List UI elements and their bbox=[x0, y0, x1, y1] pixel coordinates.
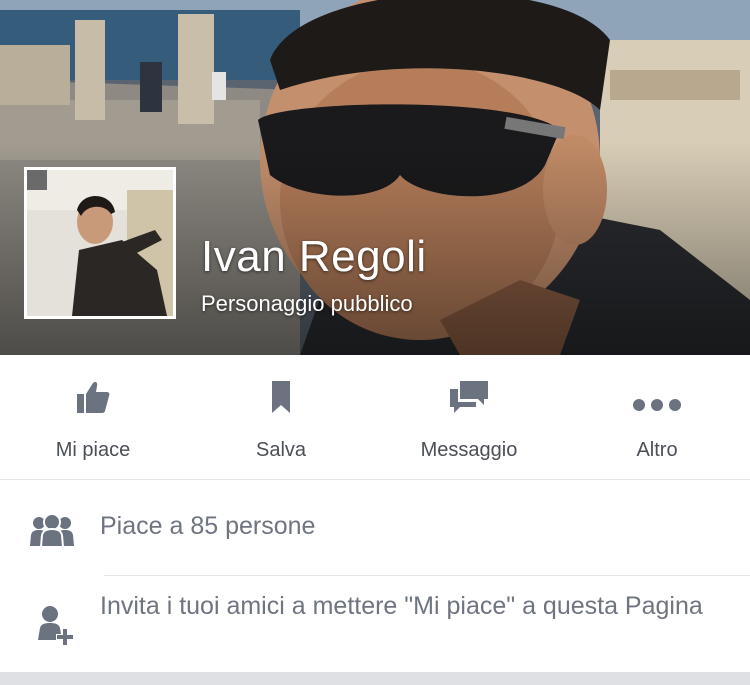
bookmark-icon bbox=[272, 381, 290, 413]
save-button[interactable]: Salva bbox=[201, 355, 361, 479]
section-separator bbox=[0, 672, 750, 685]
profile-picture[interactable] bbox=[24, 167, 176, 319]
page-title: Ivan Regoli bbox=[201, 232, 427, 281]
likes-count-text: Piace a 85 persone bbox=[100, 512, 316, 540]
save-button-label: Salva bbox=[255, 439, 307, 461]
people-icon bbox=[30, 513, 74, 547]
likes-row[interactable]: Piace a 85 persone bbox=[0, 480, 750, 575]
like-button-label: Mi piace bbox=[55, 439, 131, 461]
cover-photo[interactable]: Ivan Regoli Personaggio pubblico bbox=[0, 0, 750, 355]
add-person-icon bbox=[38, 606, 73, 645]
more-button-label: Altro bbox=[636, 439, 678, 461]
thumbs-up-icon bbox=[77, 382, 110, 413]
more-button[interactable]: Altro bbox=[577, 355, 737, 479]
message-button[interactable]: Messaggio bbox=[389, 355, 549, 479]
page-category[interactable]: Personaggio pubblico bbox=[201, 291, 413, 317]
chat-bubbles-icon bbox=[450, 381, 488, 413]
profile-picture-image bbox=[27, 170, 173, 316]
action-bar: Mi piace Salva Messaggio Altro bbox=[0, 355, 750, 480]
invite-friends-row[interactable]: Invita i tuoi amici a mettere "Mi piace"… bbox=[0, 576, 750, 672]
message-button-label: Messaggio bbox=[420, 439, 518, 461]
like-button[interactable]: Mi piace bbox=[13, 355, 173, 479]
invite-friends-text: Invita i tuoi amici a mettere "Mi piace"… bbox=[100, 592, 703, 620]
more-dots-icon bbox=[633, 399, 681, 411]
